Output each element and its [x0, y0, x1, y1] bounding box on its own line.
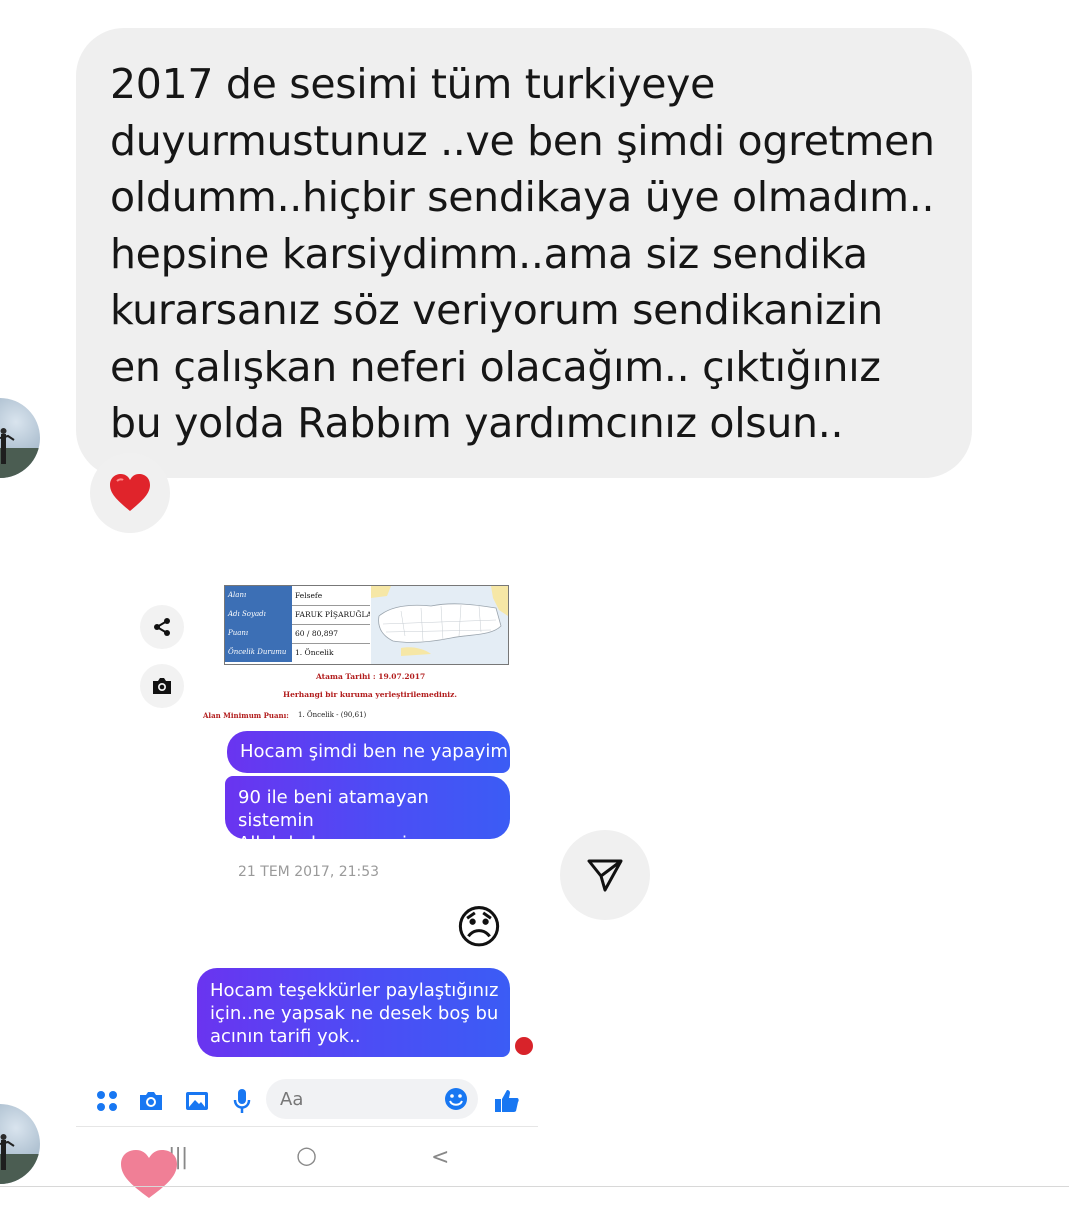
table-value: 60 / 80,897: [295, 629, 339, 638]
table-label: Puanı: [225, 624, 292, 643]
message-line: 2017 de sesimi tüm turkiyeye: [110, 60, 716, 108]
apps-icon[interactable]: [94, 1088, 120, 1114]
table-label: Adı Soyadı: [225, 605, 292, 624]
share-send-button[interactable]: [560, 830, 650, 920]
table-value: FARUK PİŞARUĞLA: [295, 610, 370, 619]
message-input[interactable]: Aa: [266, 1079, 478, 1119]
assignment-date: Atama Tarihi : 19.07.2017: [316, 672, 426, 681]
chat-message: 90 ile beni atamayan sistemin Allah bela…: [225, 776, 510, 854]
message-line: duyurmustunuz ..ve ben şimdi ogretmen: [110, 116, 935, 165]
emoji-icon[interactable]: [444, 1087, 468, 1116]
chat-message-line: 90 ile beni atamayan sistemin: [238, 787, 429, 831]
camera-icon: [153, 678, 171, 694]
message-composer: Aa: [76, 1074, 538, 1126]
sad-emoji: 😞: [455, 901, 503, 953]
chat-message-line: için..ne yapsak ne desek boş bu: [210, 1003, 499, 1024]
sender-avatar[interactable]: [0, 398, 40, 478]
heart-icon: [110, 474, 150, 511]
minimum-score-label: Alan Minimum Puanı:: [203, 711, 289, 720]
message-line: oldumm..hiçbir sendikaya üye olmadım..: [110, 173, 935, 221]
share-button[interactable]: [140, 605, 184, 649]
send-icon: [587, 859, 623, 892]
camera-icon[interactable]: [138, 1088, 164, 1114]
home-button[interactable]: ○: [296, 1141, 317, 1169]
camera-button[interactable]: [140, 664, 184, 708]
chat-message-line: Allah belasını versin: [238, 833, 419, 854]
message-text: 2017 de sesimi tüm turkiyeye duyurmustun…: [110, 56, 960, 452]
table-value: Felsefe: [295, 591, 323, 600]
microphone-icon[interactable]: [229, 1088, 255, 1114]
turkey-map: [371, 586, 508, 664]
like-heart-icon[interactable]: [118, 1148, 180, 1205]
chat-message: Hocam şimdi ben ne yapayim: [227, 731, 510, 773]
message-line: bu yolda Rabbım yardımcınız olsun..: [110, 399, 844, 447]
message-timestamp: 21 TEM 2017, 21:53: [238, 864, 380, 880]
message-input-placeholder: Aa: [280, 1089, 304, 1110]
chat-message-line: acının tarifi yok..: [210, 1026, 361, 1047]
back-button[interactable]: <: [431, 1145, 449, 1170]
placement-result-table: Alanı Felsefe Adı Soyadı FARUK PİŞARUĞLA…: [224, 585, 509, 665]
placement-result: Herhangi bir kuruma yerleştirilemediniz.: [283, 690, 458, 699]
sender-avatar[interactable]: [0, 1104, 40, 1184]
share-icon: [154, 618, 170, 636]
chat-message-line: Hocam teşekkürler paylaştığınız: [210, 980, 499, 1001]
table-label: Öncelik Durumu: [225, 643, 292, 662]
gallery-icon[interactable]: [184, 1088, 210, 1114]
message-line: hepsine karsiydimm..ama siz sendika: [110, 229, 868, 278]
message-line: kurarsanız söz veriyorum sendikanizin: [110, 286, 883, 334]
table-value: 1. Öncelik: [295, 648, 334, 657]
table-label: Alanı: [225, 586, 292, 605]
chat-message-text: Hocam şimdi ben ne yapayim: [240, 741, 508, 762]
thumbs-up-icon[interactable]: [494, 1088, 520, 1114]
divider: [0, 1186, 1069, 1187]
minimum-score-value: 1. Öncelik - (90,61): [298, 711, 367, 719]
chat-message: Hocam teşekkürler paylaştığınız için..ne…: [197, 968, 510, 1057]
seen-avatar-icon: [514, 1036, 534, 1056]
message-line: en çalışkan neferi olacağım.. çıktığınız: [110, 342, 881, 391]
reaction-button[interactable]: [90, 453, 170, 533]
